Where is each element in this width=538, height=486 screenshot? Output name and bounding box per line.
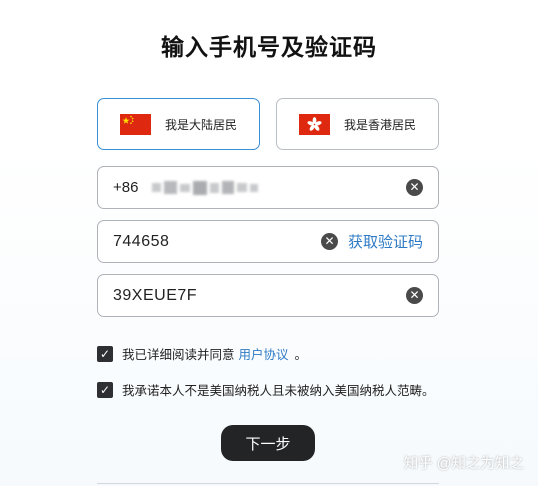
terms-agreement: ✓ 我已详细阅读并同意 用户协议 。 [97,344,307,363]
tax-checkbox[interactable]: ✓ [97,381,113,398]
tax-text: 我承诺本人不是美国纳税人且未被纳入美国纳税人范畴。 [122,384,435,398]
mainland-resident-option[interactable]: 我是大陆居民 [97,98,260,150]
sms-code-value: 744658 [113,232,170,250]
page-title: 输入手机号及验证码 [161,34,377,60]
china-flag-icon [119,113,151,135]
clear-icon[interactable]: ✕ [320,233,338,250]
hongkong-resident-label: 我是香港居民 [343,117,416,132]
get-code-button[interactable]: 获取验证码 [348,231,423,252]
watermark: 知乎 @知之为知之 [403,456,524,472]
clear-icon[interactable]: ✕ [406,179,423,196]
sms-code-input[interactable]: 744658 ✕ 获取验证码 [97,220,439,263]
user-agreement-link[interactable]: 用户协议 [239,344,289,363]
terms-text: 我已详细阅读并同意 [122,348,235,362]
next-button[interactable]: 下一步 [221,425,315,461]
clear-icon[interactable]: ✕ [406,287,423,304]
tax-agreement: ✓ 我承诺本人不是美国纳税人且未被纳入美国纳税人范畴。 [97,380,435,399]
phone-input[interactable]: +86 ✕ [97,166,439,209]
captcha-value: 39XEUE7F [113,286,198,304]
hongkong-resident-option[interactable]: 我是香港居民 [276,98,439,150]
captcha-input[interactable]: 39XEUE7F ✕ [97,274,439,317]
divider [97,483,439,484]
country-code: +86 [113,179,139,196]
terms-suffix: 。 [294,348,308,362]
masked-phone-number [152,180,259,195]
hongkong-flag-icon [298,113,330,135]
mainland-resident-label: 我是大陆居民 [164,117,237,132]
terms-checkbox[interactable]: ✓ [97,345,113,362]
